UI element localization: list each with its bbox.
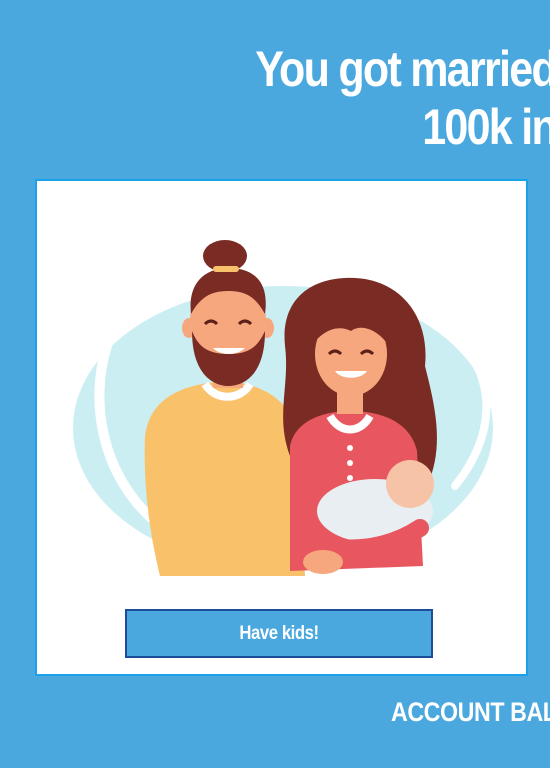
family-with-baby-illustration bbox=[73, 240, 493, 576]
have-kids-button-label: Have kids! bbox=[239, 622, 319, 644]
headline: You got married 100k in bbox=[74, 40, 550, 156]
headline-line-2: 100k in bbox=[422, 99, 550, 155]
have-kids-button[interactable]: Have kids! bbox=[125, 609, 433, 658]
event-card: Have kids! bbox=[35, 179, 528, 676]
account-balance-label: ACCOUNT BAL bbox=[391, 697, 550, 727]
headline-line-1: You got married bbox=[255, 41, 550, 97]
